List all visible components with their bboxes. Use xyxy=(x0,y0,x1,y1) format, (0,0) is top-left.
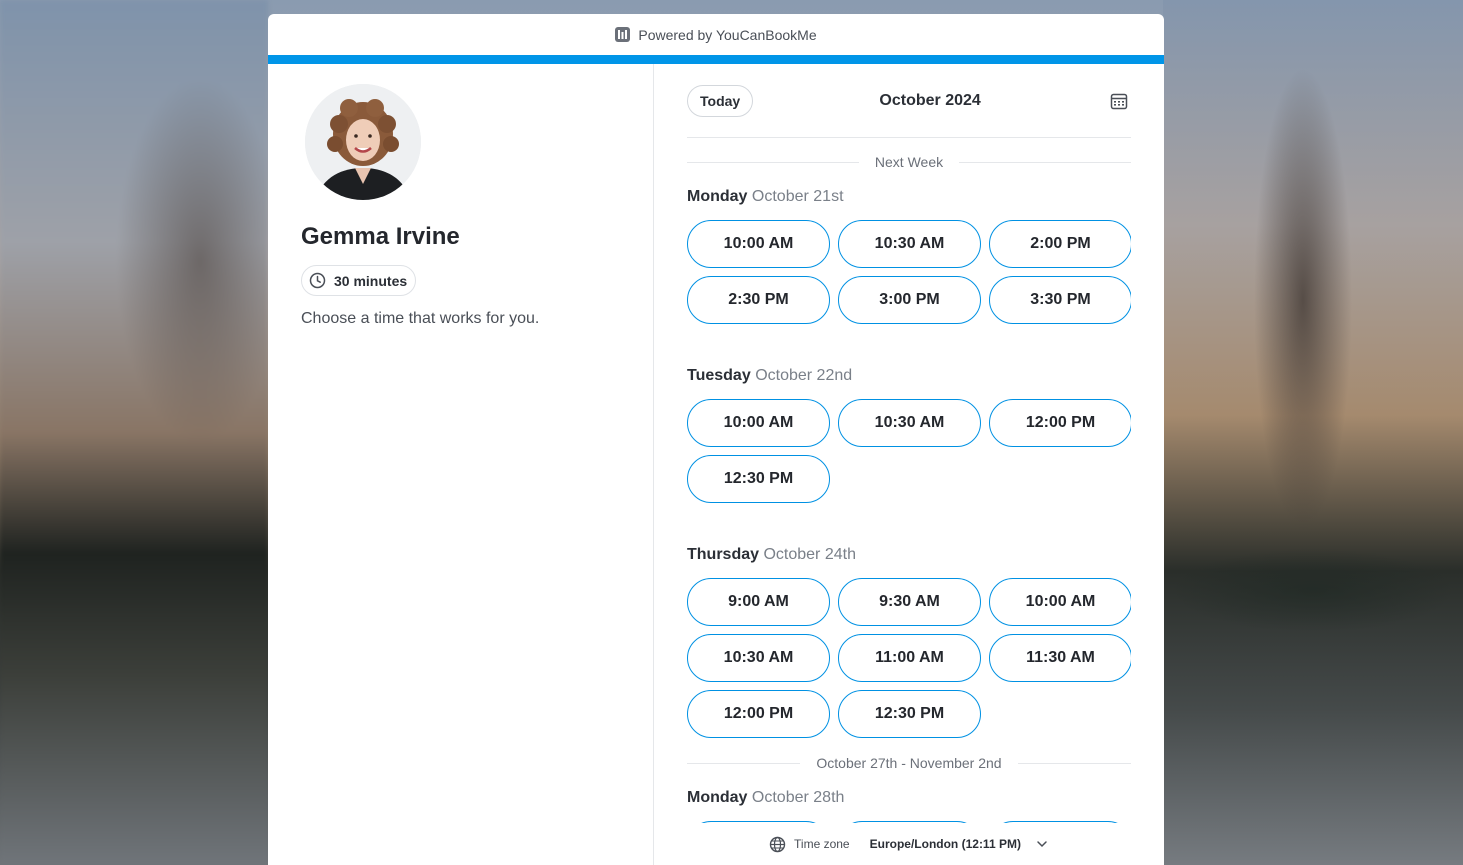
day-heading: Monday October 21st xyxy=(687,188,1131,206)
day-date: October 28th xyxy=(751,789,845,806)
calendar-icon[interactable] xyxy=(1107,89,1131,113)
day-date: October 24th xyxy=(763,546,856,563)
powered-by-label: Powered by YouCanBookMe xyxy=(638,26,817,43)
month-title: October 2024 xyxy=(879,91,981,109)
day-weekday: Thursday xyxy=(687,546,760,563)
week-divider-label: October 27th - November 2nd xyxy=(816,755,1002,771)
intro-text: Choose a time that works for you. xyxy=(301,310,540,327)
duration-label: 30 minutes xyxy=(334,272,408,289)
today-button[interactable]: Today xyxy=(687,84,754,117)
day-weekday: Monday xyxy=(687,188,748,205)
day-heading: Thursday October 24th xyxy=(687,546,1131,564)
globe-icon xyxy=(769,836,786,853)
time-slot-button[interactable]: 11:30 AM xyxy=(989,634,1131,682)
timezone-selector[interactable]: Time zone Europe/London (12:11 PM) xyxy=(654,823,1164,865)
time-slot-button[interactable]: 10:00 AM xyxy=(989,578,1131,626)
chevron-down-icon xyxy=(1035,837,1049,851)
timezone-label: Time zone xyxy=(794,837,850,851)
time-slot-button[interactable]: 3:00 PM xyxy=(838,276,981,324)
day-weekday: Tuesday xyxy=(687,367,751,384)
clock-icon xyxy=(309,272,326,289)
time-slot-button[interactable]: 12:30 PM xyxy=(838,690,981,738)
slot-grid: 9:00 AM 9:30 AM 10:00 AM 10:30 AM 11:00 … xyxy=(687,578,1131,738)
calendar-panel: Today October 2024 Next Week Monday Octo… xyxy=(654,64,1164,865)
day-weekday: Monday xyxy=(687,789,748,806)
duration-badge: 30 minutes xyxy=(301,265,417,296)
day-date: October 21st xyxy=(751,188,844,205)
week-divider: Next Week xyxy=(687,154,1131,170)
time-slot-button[interactable]: 9:00 AM xyxy=(687,578,830,626)
avatar xyxy=(305,84,421,200)
calendar-header: Today October 2024 xyxy=(687,64,1131,138)
slots-scroll-area[interactable]: Today October 2024 Next Week Monday Octo… xyxy=(687,64,1131,823)
booking-card: Powered by YouCanBookMe Gemma Irvine 30 … xyxy=(268,14,1164,865)
day-heading: Tuesday October 22nd xyxy=(687,367,1131,385)
week-divider-label: Next Week xyxy=(874,154,944,170)
youcanbookme-logo-icon xyxy=(615,27,631,42)
time-slot-button[interactable]: 9:30 AM xyxy=(838,578,981,626)
powered-by-banner[interactable]: Powered by YouCanBookMe xyxy=(268,14,1164,55)
background-right xyxy=(1163,0,1463,865)
slot-grid: 10:00 AM 10:30 AM 2:00 PM 2:30 PM 3:00 P… xyxy=(687,220,1131,324)
time-slot-button[interactable]: 2:00 PM xyxy=(989,220,1131,268)
host-panel: Gemma Irvine 30 minutes Choose a time th… xyxy=(268,64,654,865)
day-date: October 22nd xyxy=(755,367,853,384)
time-slot-button[interactable]: 10:30 AM xyxy=(687,634,830,682)
time-slot-button[interactable]: 10:30 AM xyxy=(838,399,981,447)
timezone-value: Europe/London (12:11 PM) xyxy=(869,837,1021,851)
time-slot-button[interactable]: 3:30 PM xyxy=(989,276,1131,324)
background-left xyxy=(0,0,268,865)
time-slot-button[interactable]: 12:00 PM xyxy=(687,690,830,738)
time-slot-button[interactable]: 10:00 AM xyxy=(687,220,830,268)
time-slot-button[interactable]: 10:30 AM xyxy=(838,220,981,268)
accent-bar xyxy=(268,55,1164,64)
week-divider: October 27th - November 2nd xyxy=(687,755,1131,771)
time-slot-button[interactable]: 2:30 PM xyxy=(687,276,830,324)
time-slot-button[interactable]: 12:00 PM xyxy=(989,399,1131,447)
time-slot-button[interactable]: 11:00 AM xyxy=(838,634,981,682)
time-slot-button[interactable]: 10:00 AM xyxy=(687,399,830,447)
time-slot-button[interactable]: 12:30 PM xyxy=(687,455,830,503)
day-heading: Monday October 28th xyxy=(687,789,1131,807)
host-name: Gemma Irvine xyxy=(301,223,460,250)
slot-grid: 10:00 AM 10:30 AM 12:00 PM 12:30 PM xyxy=(687,399,1131,503)
